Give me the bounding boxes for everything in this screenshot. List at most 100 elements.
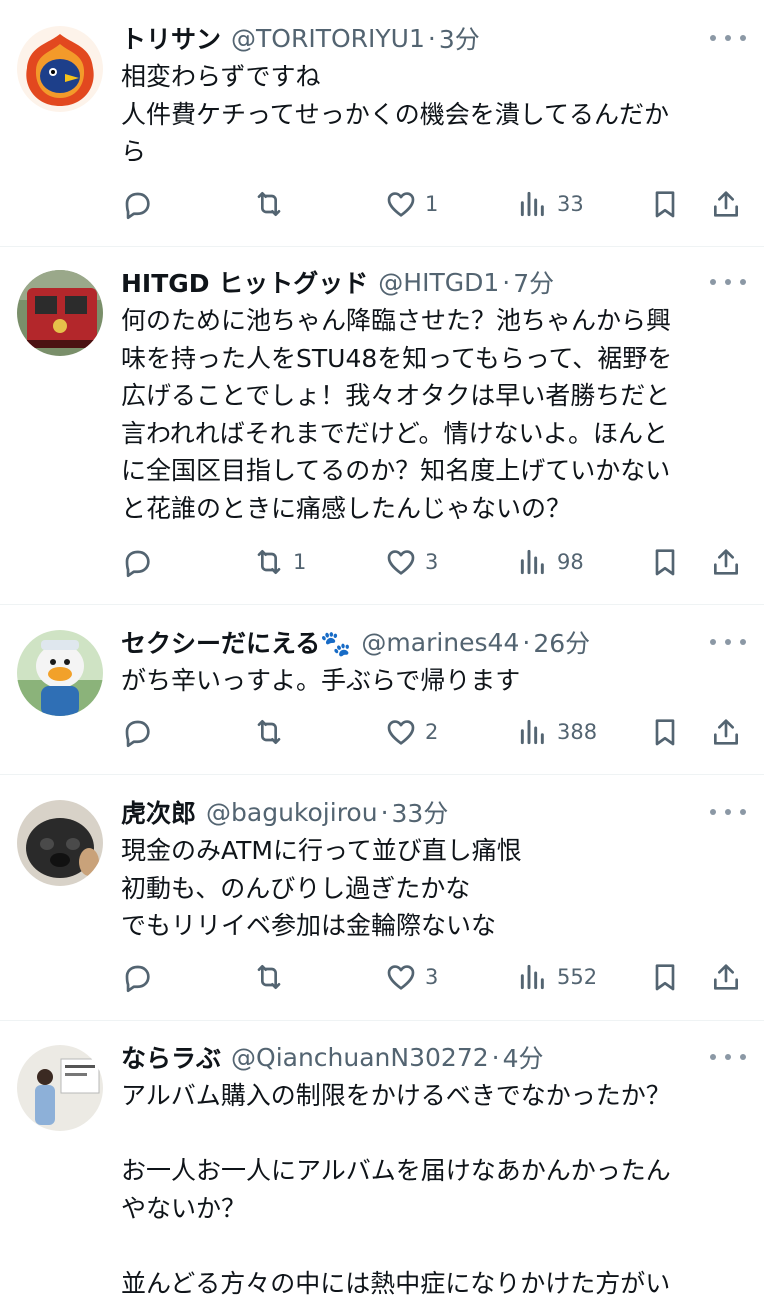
- bird-flame-avatar-icon: [17, 26, 103, 112]
- tweet-text: がち辛いっすよ。手ぶらで帰ります: [121, 666, 521, 695]
- view-count: 33: [557, 192, 584, 216]
- separator-dot: ·: [427, 23, 436, 53]
- avatar[interactable]: [17, 1045, 103, 1131]
- views-chart-icon: [520, 549, 544, 575]
- heart-icon: [387, 720, 415, 745]
- timestamp[interactable]: 7分: [513, 264, 554, 300]
- like-button[interactable]: 3: [385, 542, 438, 582]
- tweet-actions: 1 3 98: [0, 542, 764, 582]
- like-count: 3: [425, 550, 439, 574]
- separator-dot: ·: [380, 797, 389, 827]
- bookmark-button[interactable]: [649, 184, 681, 224]
- bookmark-button[interactable]: [649, 542, 681, 582]
- view-count: 98: [557, 550, 584, 574]
- tweet-header: セクシーだにえる🐾 @marines44 · 26分: [121, 622, 590, 662]
- tweet-actions: 2 388: [0, 712, 764, 752]
- tweet-header: HITGD ヒットグッド @HITGD1 · 7分: [121, 262, 554, 302]
- like-count: 2: [425, 720, 439, 744]
- more-options-icon[interactable]: [710, 1047, 746, 1067]
- views-button[interactable]: 98: [517, 542, 584, 582]
- retweet-icon: [257, 550, 281, 574]
- views-button[interactable]: 33: [517, 184, 584, 224]
- tweet-text: 相変わらずですね 人件費ケチってせっかくの機会を潰してるんだか ら: [121, 62, 670, 166]
- views-button[interactable]: 388: [517, 712, 597, 752]
- like-count: 3: [425, 965, 439, 989]
- more-options-icon[interactable]: [710, 28, 746, 48]
- reply-icon: [125, 192, 150, 220]
- separator-dot: ·: [491, 1042, 500, 1072]
- user-handle[interactable]: @QianchuanN30272: [231, 1043, 489, 1072]
- view-count: 388: [557, 720, 598, 744]
- share-icon: [714, 191, 738, 217]
- tweet-divider: [0, 604, 764, 605]
- reply-icon: [125, 550, 150, 578]
- tweet-divider: [0, 246, 764, 247]
- like-button[interactable]: 1: [385, 184, 438, 224]
- separator-dot: ·: [522, 627, 531, 657]
- person-photo-avatar-icon: [17, 1045, 103, 1131]
- more-options-icon[interactable]: [710, 632, 746, 652]
- reply-button[interactable]: [121, 542, 161, 582]
- tweet-actions: 1 33: [0, 184, 764, 224]
- retweet-button[interactable]: [253, 957, 293, 997]
- avatar[interactable]: [17, 26, 103, 112]
- display-name[interactable]: ならラぶ: [121, 1039, 221, 1075]
- heart-icon: [387, 192, 415, 217]
- retweet-icon: [257, 965, 281, 989]
- timestamp[interactable]: 33分: [392, 794, 449, 830]
- share-button[interactable]: [710, 184, 742, 224]
- bookmark-icon: [655, 719, 675, 746]
- retweet-button[interactable]: [253, 712, 293, 752]
- tweet-divider: [0, 774, 764, 775]
- reply-icon: [125, 720, 150, 748]
- views-button[interactable]: 552: [517, 957, 597, 997]
- tweet-header: 虎次郎 @bagukojirou · 33分: [121, 792, 448, 832]
- timestamp[interactable]: 3分: [439, 20, 480, 56]
- bookmark-button[interactable]: [649, 712, 681, 752]
- share-button[interactable]: [710, 957, 742, 997]
- timestamp[interactable]: 26分: [533, 624, 590, 660]
- user-handle[interactable]: @bagukojirou: [206, 798, 378, 827]
- user-handle[interactable]: @marines44: [361, 628, 519, 657]
- timestamp[interactable]: 4分: [503, 1039, 544, 1075]
- display-name[interactable]: セクシーだにえる🐾: [121, 624, 351, 660]
- more-options-icon[interactable]: [710, 272, 746, 292]
- separator-dot: ·: [502, 267, 511, 297]
- retweet-count: 1: [293, 550, 307, 574]
- user-handle[interactable]: @HITGD1: [378, 268, 499, 297]
- tweet-header: トリサン @TORITORIYU1 · 3分: [121, 18, 480, 58]
- pug-avatar-icon: [17, 800, 103, 886]
- avatar[interactable]: [17, 270, 103, 356]
- views-chart-icon: [520, 719, 544, 745]
- view-count: 552: [557, 965, 598, 989]
- display-name[interactable]: 虎次郎: [121, 794, 196, 830]
- retweet-button[interactable]: [253, 184, 293, 224]
- avatar[interactable]: [17, 800, 103, 886]
- retweet-button[interactable]: 1: [253, 542, 306, 582]
- duck-mascot-avatar-icon: [17, 630, 103, 716]
- like-button[interactable]: 2: [385, 712, 438, 752]
- share-button[interactable]: [710, 542, 742, 582]
- more-options-icon[interactable]: [710, 802, 746, 822]
- display-name[interactable]: トリサン: [121, 20, 221, 56]
- avatar[interactable]: [17, 630, 103, 716]
- display-name[interactable]: HITGD ヒットグッド: [121, 264, 368, 300]
- reply-button[interactable]: [121, 184, 161, 224]
- tweet-header: ならラぶ @QianchuanN30272 · 4分: [121, 1037, 544, 1077]
- tweet-text: アルバム購入の制限をかけるべきでなかったか？ お一人お一人にアルバムを届けなあか…: [121, 1081, 671, 1298]
- bookmark-icon: [655, 549, 675, 576]
- reply-button[interactable]: [121, 957, 161, 997]
- reply-icon: [125, 965, 150, 993]
- bookmark-button[interactable]: [649, 957, 681, 997]
- user-handle[interactable]: @TORITORIYU1: [231, 24, 425, 53]
- train-avatar-icon: [17, 270, 103, 356]
- heart-icon: [387, 965, 415, 990]
- retweet-icon: [257, 720, 281, 744]
- share-icon: [714, 964, 738, 990]
- like-button[interactable]: 3: [385, 957, 438, 997]
- views-chart-icon: [520, 964, 544, 990]
- share-button[interactable]: [710, 712, 742, 752]
- heart-icon: [387, 550, 415, 575]
- reply-button[interactable]: [121, 712, 161, 752]
- share-icon: [714, 549, 738, 575]
